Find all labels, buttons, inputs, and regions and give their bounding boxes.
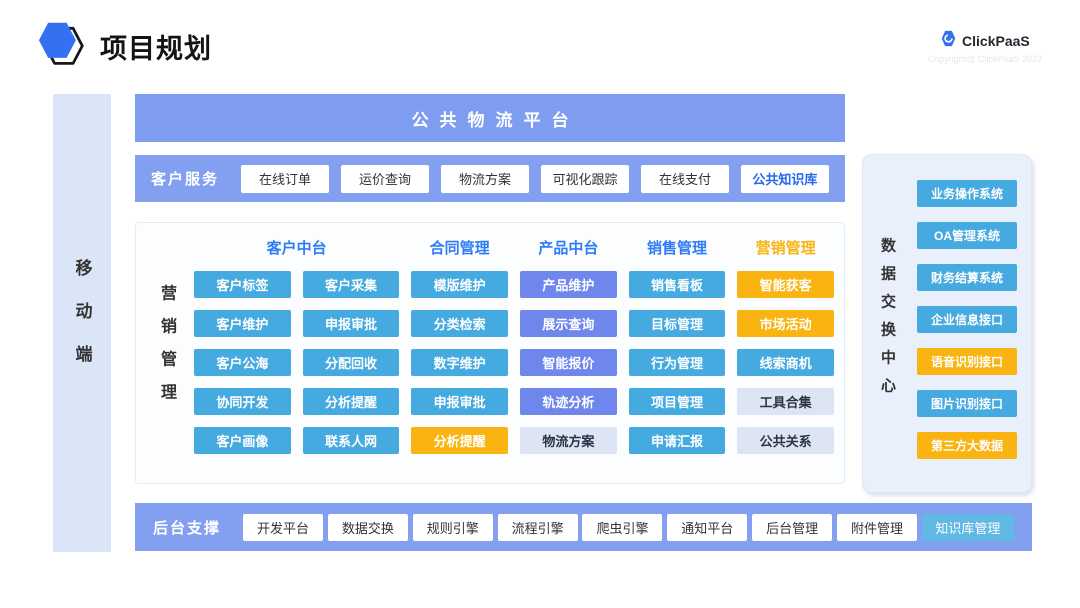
module-chip[interactable]: 客户采集: [303, 271, 400, 298]
backend-chip-data-exchange[interactable]: 数据交换: [328, 514, 408, 541]
module-chip[interactable]: 行为管理: [629, 349, 726, 376]
marketing-management-side-label: 营销管理: [154, 285, 178, 422]
module-chip[interactable]: 销售看板: [629, 271, 726, 298]
customer-service-label: 客户服务: [151, 168, 219, 189]
column-headers: 客户中台 合同管理 产品中台 销售管理 营销管理: [194, 237, 834, 258]
platform-banner: 公共物流平台: [135, 94, 845, 142]
backend-chip-crawler-engine[interactable]: 爬虫引擎: [582, 514, 662, 541]
module-chip[interactable]: 协同开发: [194, 388, 291, 415]
customer-service-bar: 客户服务 在线订单 运价查询 物流方案 可视化跟踪 在线支付 公共知识库: [135, 155, 845, 202]
column-header-customer-middle: 客户中台: [194, 237, 399, 258]
module-chip[interactable]: 项目管理: [629, 388, 726, 415]
hexagon-logo-icon: [38, 20, 86, 73]
column-header-marketing: 营销管理: [737, 237, 834, 258]
cs-chip-online-order[interactable]: 在线订单: [241, 165, 329, 193]
column-header-sales: 销售管理: [629, 237, 726, 258]
module-chip[interactable]: 智能报价: [520, 349, 617, 376]
module-chip[interactable]: 客户维护: [194, 310, 291, 337]
cs-chip-online-payment[interactable]: 在线支付: [641, 165, 729, 193]
module-chip[interactable]: 客户画像: [194, 427, 291, 454]
exchange-chip-speech-recognition-api[interactable]: 语音识别接口: [917, 348, 1017, 375]
backend-chip-rule-engine[interactable]: 规则引擎: [413, 514, 493, 541]
module-chip[interactable]: 分析提醒: [303, 388, 400, 415]
module-chip[interactable]: 申报审批: [411, 388, 508, 415]
mobile-side-bar-label: 移动端: [70, 259, 95, 388]
clickpaas-logo-icon: [940, 30, 957, 52]
exchange-chip-business-ops-system[interactable]: 业务操作系统: [917, 180, 1017, 207]
module-chip[interactable]: 市场活动: [737, 310, 834, 337]
cs-chip-logistics-plan[interactable]: 物流方案: [441, 165, 529, 193]
module-chip[interactable]: 展示查询: [520, 310, 617, 337]
module-chip[interactable]: 目标管理: [629, 310, 726, 337]
cs-chip-public-knowledge-base[interactable]: 公共知识库: [741, 165, 829, 193]
customer-service-items: 在线订单 运价查询 物流方案 可视化跟踪 在线支付 公共知识库: [241, 165, 829, 193]
module-grid-panel: 营销管理 客户中台 合同管理 产品中台 销售管理 营销管理 客户标签 客户采集 …: [135, 222, 845, 484]
backend-chip-notify-platform[interactable]: 通知平台: [667, 514, 747, 541]
module-chip[interactable]: 物流方案: [520, 427, 617, 454]
backend-chip-knowledge-base-admin[interactable]: 知识库管理: [922, 514, 1014, 541]
column-header-product-middle: 产品中台: [520, 237, 617, 258]
module-chip-grid: 客户标签 客户采集 模版维护 产品维护 销售看板 智能获客 客户维护 申报审批 …: [194, 271, 834, 454]
backend-support-bar: 后台支撑 开发平台 数据交换 规则引擎 流程引擎 爬虫引擎 通知平台 后台管理 …: [135, 503, 1032, 551]
page-header: 项目规划: [38, 20, 212, 73]
column-header-contract: 合同管理: [411, 237, 508, 258]
module-chip[interactable]: 产品维护: [520, 271, 617, 298]
exchange-chip-finance-settlement[interactable]: 财务结算系统: [917, 264, 1017, 291]
brand-name: ClickPaaS: [962, 33, 1030, 49]
module-chip[interactable]: 分类检索: [411, 310, 508, 337]
backend-chip-dev-platform[interactable]: 开发平台: [243, 514, 323, 541]
module-chip[interactable]: 智能获客: [737, 271, 834, 298]
brand-block: ClickPaaS Copyright@ ClickPaaS 2022: [928, 30, 1042, 64]
module-chip[interactable]: 申报审批: [303, 310, 400, 337]
exchange-chip-oa-system[interactable]: OA管理系统: [917, 222, 1017, 249]
backend-support-items: 开发平台 数据交换 规则引擎 流程引擎 爬虫引擎 通知平台 后台管理 附件管理 …: [243, 514, 1014, 541]
cs-chip-freight-query[interactable]: 运价查询: [341, 165, 429, 193]
data-exchange-side-label: 数据交换中心: [877, 237, 898, 410]
page-title: 项目规划: [100, 27, 212, 66]
backend-chip-process-engine[interactable]: 流程引擎: [498, 514, 578, 541]
module-chip[interactable]: 客户公海: [194, 349, 291, 376]
module-chip[interactable]: 联系人网: [303, 427, 400, 454]
exchange-chip-enterprise-info-api[interactable]: 企业信息接口: [917, 306, 1017, 333]
mobile-side-bar: 移动端: [53, 94, 111, 552]
module-chip[interactable]: 申请汇报: [629, 427, 726, 454]
module-chip[interactable]: 分配回收: [303, 349, 400, 376]
module-chip[interactable]: 模版维护: [411, 271, 508, 298]
module-chip[interactable]: 轨迹分析: [520, 388, 617, 415]
data-exchange-panel: 数据交换中心 业务操作系统 OA管理系统 财务结算系统 企业信息接口 语音识别接…: [862, 154, 1032, 493]
cs-chip-visual-tracking[interactable]: 可视化跟踪: [541, 165, 629, 193]
backend-chip-backend-admin[interactable]: 后台管理: [752, 514, 832, 541]
data-exchange-items: 业务操作系统 OA管理系统 财务结算系统 企业信息接口 语音识别接口 图片识别接…: [917, 180, 1017, 459]
copyright-text: Copyright@ ClickPaaS 2022: [928, 54, 1042, 64]
exchange-chip-image-recognition-api[interactable]: 图片识别接口: [917, 390, 1017, 417]
module-chip[interactable]: 公共关系: [737, 427, 834, 454]
module-chip[interactable]: 数字维护: [411, 349, 508, 376]
backend-chip-attachment-admin[interactable]: 附件管理: [837, 514, 917, 541]
backend-support-label: 后台支撑: [153, 517, 221, 538]
module-chip[interactable]: 分析提醒: [411, 427, 508, 454]
module-chip[interactable]: 线索商机: [737, 349, 834, 376]
planning-diagram: 项目规划 ClickPaaS Copyright@ ClickPaaS 2022…: [0, 0, 1080, 608]
module-chip[interactable]: 工具合集: [737, 388, 834, 415]
module-chip[interactable]: 客户标签: [194, 271, 291, 298]
exchange-chip-third-party-bigdata[interactable]: 第三方大数据: [917, 432, 1017, 459]
